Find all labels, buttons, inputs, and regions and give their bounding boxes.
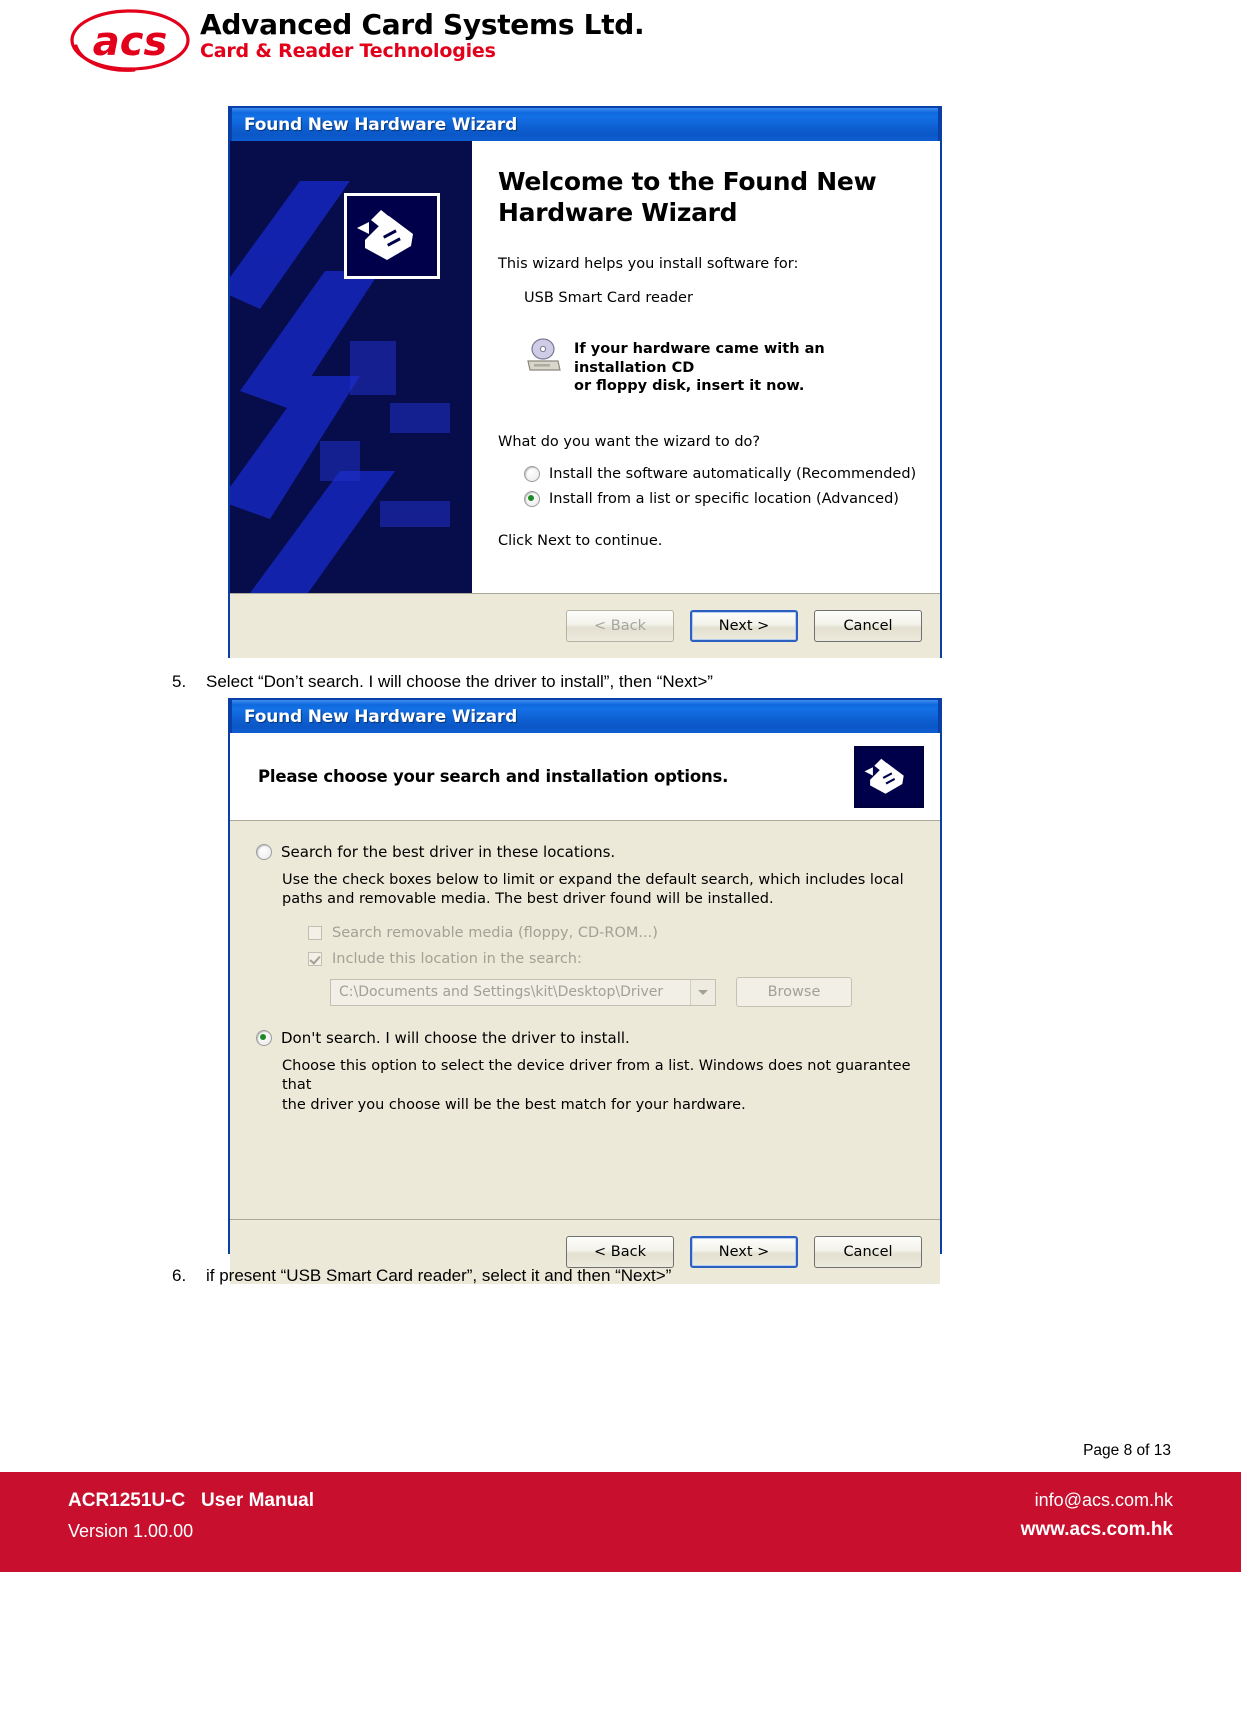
- step-6-text: if present “USB Smart Card reader”, sele…: [206, 1266, 672, 1285]
- dialog-title: Found New Hardware Wizard: [244, 114, 518, 135]
- checkbox-search-removable-media[interactable]: Search removable media (floppy, CD-ROM..…: [308, 925, 918, 941]
- radio-label: Install the software automatically (Reco…: [549, 465, 917, 482]
- hardware-wizard-icon: [854, 745, 924, 808]
- dont-search-description: Choose this option to select the device …: [282, 1057, 918, 1114]
- installation-cd-note: If your hardware came with an installati…: [524, 337, 922, 396]
- company-name: Advanced Card Systems Ltd.: [200, 8, 645, 41]
- checkbox-label: Include this location in the search:: [332, 951, 582, 968]
- found-new-hardware-wizard-options-dialog: Found New Hardware Wizard Please choose …: [228, 698, 942, 1284]
- browse-button[interactable]: Browse: [736, 977, 852, 1008]
- checkbox-icon[interactable]: [308, 926, 322, 941]
- footer-product-line: ACR1251U-C User Manual: [68, 1486, 314, 1517]
- next-button[interactable]: Next >: [690, 1236, 798, 1268]
- chevron-down-icon[interactable]: [690, 979, 715, 1005]
- back-button[interactable]: < Back: [566, 1236, 674, 1268]
- radio-button-icon[interactable]: [524, 465, 540, 482]
- cancel-button[interactable]: Cancel: [814, 610, 922, 642]
- step-6: 6. if present “USB Smart Card reader”, s…: [172, 1266, 671, 1286]
- device-name: USB Smart Card reader: [524, 290, 693, 306]
- next-button[interactable]: Next >: [690, 610, 798, 642]
- footer-doc-type: User Manual: [201, 1490, 315, 1511]
- dialog-header-area: Please choose your search and installati…: [230, 733, 940, 821]
- cd-note-line-2: or floppy disk, insert it now.: [574, 378, 805, 395]
- search-description-line-2: paths and removable media. The best driv…: [282, 891, 774, 908]
- radio-button-selected-icon[interactable]: [256, 1030, 272, 1047]
- cancel-button[interactable]: Cancel: [814, 1236, 922, 1268]
- dialog-footer: < Back Next > Cancel: [230, 593, 940, 658]
- dialog-titlebar[interactable]: Found New Hardware Wizard: [230, 106, 940, 141]
- dialog-title: Found New Hardware Wizard: [244, 706, 518, 727]
- cd-drive-icon: [524, 337, 564, 373]
- radio-label: Install from a list or specific location…: [549, 490, 899, 507]
- dialog-body: Search for the best driver in these loca…: [230, 821, 940, 1219]
- wizard-banner: [230, 141, 472, 593]
- wizard-question: What do you want the wizard to do?: [498, 433, 761, 450]
- footer-product: ACR1251U-C: [68, 1490, 186, 1511]
- search-description-line-1: Use the check boxes below to limit or ex…: [282, 872, 904, 888]
- hardware-wizard-icon: [344, 193, 440, 279]
- click-next-note: Click Next to continue.: [498, 532, 663, 549]
- footer-website[interactable]: www.acs.com.hk: [1021, 1515, 1173, 1546]
- footer-version: Version 1.00.00: [68, 1520, 194, 1541]
- acs-logo-mark-icon: acs: [68, 6, 192, 74]
- found-new-hardware-wizard-welcome-dialog: Found New Hardware Wizard Welcome to the…: [228, 106, 942, 658]
- location-path-row: C:\Documents and Settings\kit\Desktop\Dr…: [330, 977, 918, 1008]
- radio-label: Search for the best driver in these loca…: [281, 843, 616, 861]
- page-number: Page 8 of 13: [1083, 1442, 1171, 1459]
- radio-button-icon[interactable]: [256, 844, 272, 860]
- page-footer: ACR1251U-C User Manual Version 1.00.00 i…: [0, 1472, 1241, 1572]
- radio-install-automatically[interactable]: Install the software automatically (Reco…: [524, 465, 922, 482]
- checkbox-checked-icon[interactable]: [308, 952, 322, 967]
- checkbox-label: Search removable media (floppy, CD-ROM..…: [332, 925, 658, 942]
- radio-install-from-list[interactable]: Install from a list or specific location…: [524, 490, 922, 507]
- company-tagline: Card & Reader Technologies: [200, 40, 496, 63]
- location-path-combobox[interactable]: C:\Documents and Settings\kit\Desktop\Dr…: [330, 978, 716, 1006]
- search-description: Use the check boxes below to limit or ex…: [282, 871, 918, 909]
- cd-note-line-1: If your hardware came with an installati…: [574, 341, 825, 376]
- welcome-content: Welcome to the Found New Hardware Wizard…: [472, 141, 940, 593]
- radio-dont-search[interactable]: Don't search. I will choose the driver t…: [256, 1029, 918, 1047]
- step-5-text: Select “Don’t search. I will choose the …: [206, 672, 713, 691]
- radio-button-selected-icon[interactable]: [524, 490, 540, 507]
- acs-logo: acs Advanced Card Systems Ltd. Card & Re…: [68, 6, 645, 74]
- dont-search-description-line-2: the driver you choose will be the best m…: [282, 1096, 746, 1113]
- welcome-heading: Welcome to the Found New Hardware Wizard: [498, 167, 877, 227]
- dont-search-description-line-1: Choose this option to select the device …: [282, 1058, 911, 1094]
- page-header: acs Advanced Card Systems Ltd. Card & Re…: [0, 0, 1241, 84]
- checkbox-include-location[interactable]: Include this location in the search:: [308, 951, 918, 967]
- dialog-titlebar[interactable]: Found New Hardware Wizard: [230, 698, 940, 733]
- svg-text:acs: acs: [93, 19, 168, 65]
- options-heading: Please choose your search and installati…: [258, 767, 729, 786]
- step-5-number: 5.: [172, 672, 187, 691]
- welcome-intro-text: This wizard helps you install software f…: [498, 256, 799, 272]
- step-5: 5. Select “Don’t search. I will choose t…: [172, 672, 713, 692]
- radio-label: Don't search. I will choose the driver t…: [281, 1029, 630, 1048]
- footer-email[interactable]: info@acs.com.hk: [1035, 1486, 1173, 1515]
- step-6-number: 6.: [172, 1266, 187, 1285]
- location-path-value: C:\Documents and Settings\kit\Desktop\Dr…: [339, 984, 664, 1001]
- dialog-body: Welcome to the Found New Hardware Wizard…: [230, 141, 940, 593]
- radio-search-best-driver[interactable]: Search for the best driver in these loca…: [256, 843, 918, 861]
- cd-note-text: If your hardware came with an installati…: [574, 340, 922, 396]
- back-button[interactable]: < Back: [566, 610, 674, 642]
